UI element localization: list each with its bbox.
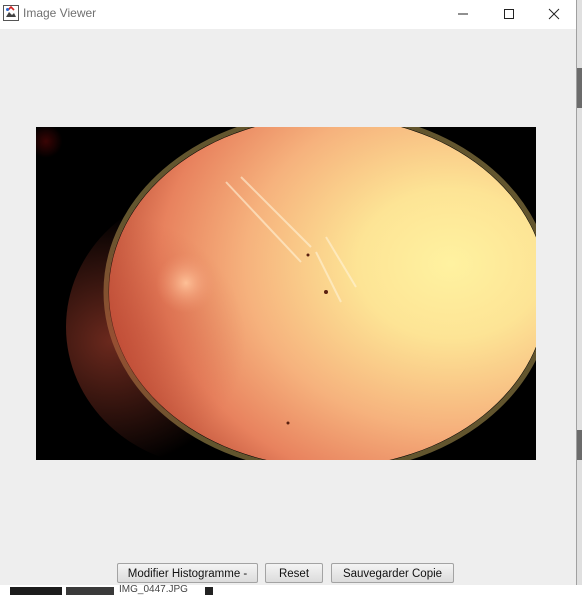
background-window-edge: [577, 0, 582, 595]
minimize-button[interactable]: [440, 0, 486, 29]
java-app-icon: [3, 5, 19, 21]
background-file-label: IMG_0447.JPG: [119, 585, 188, 595]
window-title: Image Viewer: [23, 6, 97, 20]
minimize-icon: [458, 13, 468, 15]
close-icon: [548, 8, 560, 20]
close-button[interactable]: [531, 0, 577, 29]
reset-button[interactable]: Reset: [265, 563, 323, 583]
background-thumbnail: [66, 587, 114, 595]
image-viewer-window: Image Viewer Modifier Histogramme - Rese…: [0, 0, 577, 595]
fundus-image-render: [36, 127, 536, 460]
title-bar[interactable]: Image Viewer: [0, 0, 576, 29]
background-thumbnail: [205, 587, 213, 595]
background-scroll-mark: [577, 68, 582, 108]
background-thumbnail: [10, 587, 62, 595]
action-bar: Modifier Histogramme - Reset Sauvegarder…: [0, 563, 576, 585]
background-scroll-mark: [577, 430, 582, 460]
maximize-button[interactable]: [486, 0, 532, 29]
fundus-image: [36, 127, 536, 460]
modify-histogram-button[interactable]: Modifier Histogramme -: [117, 563, 258, 583]
save-copy-button[interactable]: Sauvegarder Copie: [331, 563, 454, 583]
maximize-icon: [504, 9, 514, 19]
